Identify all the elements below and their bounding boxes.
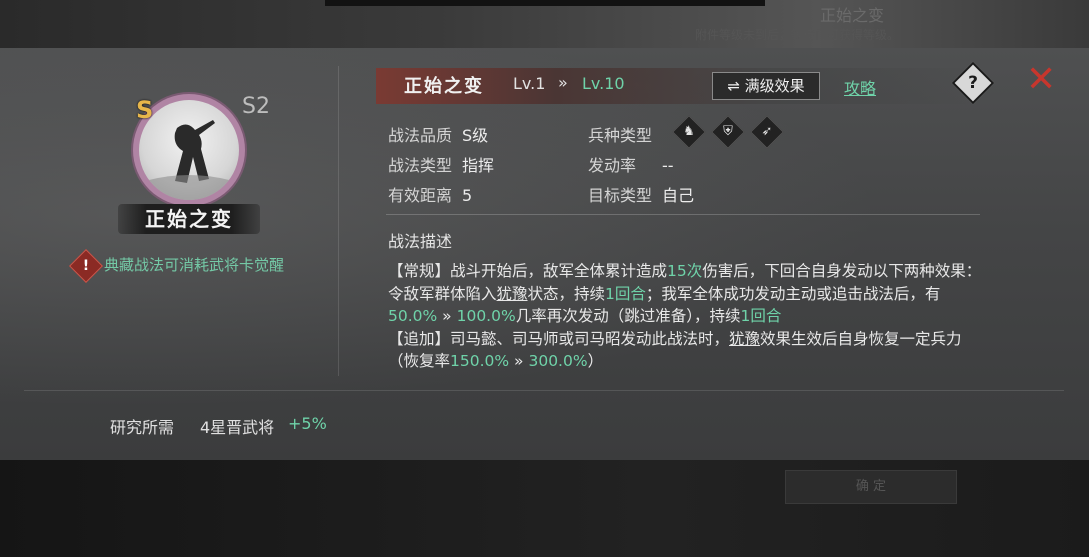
bow-icon: ➶ (750, 115, 784, 149)
attr-target: 目标类型 自己 (588, 182, 694, 206)
attr-troop: 兵种类型 (588, 122, 652, 146)
research-label: 研究所需 (110, 418, 175, 437)
warrior-silhouette-icon (149, 120, 229, 200)
desc-value: 15次 (667, 262, 703, 280)
desc-text: 【追加】司马懿、司马师或司马昭发动此战法时， (388, 329, 730, 348)
background-subtitle: 附件等级未到后，等待门可获得等级。 (695, 28, 900, 42)
attr-range: 有效距离 5 (388, 182, 472, 206)
desc-value: 1回合 (740, 307, 782, 325)
research-requirement: 4星晋武将 (200, 418, 275, 437)
desc-text: ；我军全体成功发动主动或追击战法后，有 (645, 284, 941, 303)
desc-value: 50.0% (388, 307, 438, 325)
skill-name-banner: 正始之变 (118, 204, 260, 234)
desc-value: 1回合 (605, 284, 646, 303)
vertical-divider (338, 66, 339, 376)
grade-badge: S (136, 96, 154, 124)
season-tag: S2 (242, 94, 270, 119)
attr-target-label: 目标类型 (588, 186, 653, 205)
attr-range-value: 5 (462, 186, 473, 205)
background-title: 正始之变 (820, 6, 885, 25)
attr-type: 战法类型 指挥 (388, 152, 494, 176)
desc-arrow: » (509, 352, 529, 370)
desc-arrow: » (437, 307, 457, 325)
desc-text: 几率再次发动（跳过准备），持续 (515, 307, 741, 325)
attr-rate: 发动率 -- (588, 152, 674, 176)
attr-rate-label: 发动率 (588, 156, 637, 175)
cavalry-icon: ♞ (672, 115, 706, 149)
desc-value: 150.0% (450, 352, 510, 370)
awaken-hint-link[interactable]: 典藏战法可消耗武将卡觉醒 (104, 254, 284, 275)
attr-type-value: 指挥 (462, 156, 495, 175)
research-bonus: +5% (288, 414, 327, 433)
attr-range-label: 有效距离 (388, 186, 453, 205)
background-bar (325, 0, 765, 6)
skill-detail-panel: S S2 正始之变 ! 典藏战法可消耗武将卡觉醒 正始之变 Lv.1 » Lv.… (0, 48, 1089, 460)
desc-text: 状态，持续 (527, 284, 606, 303)
background-bottom-strip: 确 定 (0, 460, 1089, 557)
attr-type-label: 战法类型 (388, 156, 453, 175)
status-hesitate-link[interactable]: 犹豫 (497, 285, 528, 303)
background-top-strip: 正始之变 附件等级未到后，等待门可获得等级。 (0, 0, 1089, 48)
desc-text: 【常规】战斗开始后，敌军全体累计造成 (388, 262, 668, 280)
level-to: Lv.10 (582, 74, 625, 93)
skill-title: 正始之变 (404, 76, 484, 97)
level-from: Lv.1 (513, 74, 546, 93)
horizontal-divider (24, 390, 1064, 391)
attr-rate-value: -- (662, 156, 674, 175)
desc-text: ） (587, 352, 604, 370)
max-effect-button[interactable]: ⇌ 满级效果 (712, 72, 820, 100)
skill-description: 【常规】战斗开始后，敌军全体累计造成15次伤害后，下回合自身发动以下两种效果：令… (388, 260, 988, 373)
attr-quality: 战法品质 S级 (388, 122, 488, 146)
attr-troop-label: 兵种类型 (588, 126, 653, 145)
background-confirm-button: 确 定 (785, 470, 957, 504)
desc-value: 100.0% (456, 307, 516, 325)
attr-quality-label: 战法品质 (388, 126, 453, 145)
warning-icon: ! (69, 249, 103, 283)
guide-link[interactable]: 攻略 (844, 75, 876, 99)
close-icon[interactable]: ✕ (1026, 60, 1056, 100)
level-arrow-icon: » (558, 73, 568, 92)
portrait-image (139, 100, 239, 200)
attributes-divider (386, 214, 980, 215)
description-label: 战法描述 (388, 232, 453, 251)
desc-value: 300.0% (528, 352, 588, 370)
status-hesitate-link[interactable]: 犹豫 (729, 330, 760, 348)
attr-target-value: 自己 (662, 186, 695, 205)
attr-quality-value: S级 (462, 126, 489, 145)
shield-icon: ⛨ (711, 115, 745, 149)
